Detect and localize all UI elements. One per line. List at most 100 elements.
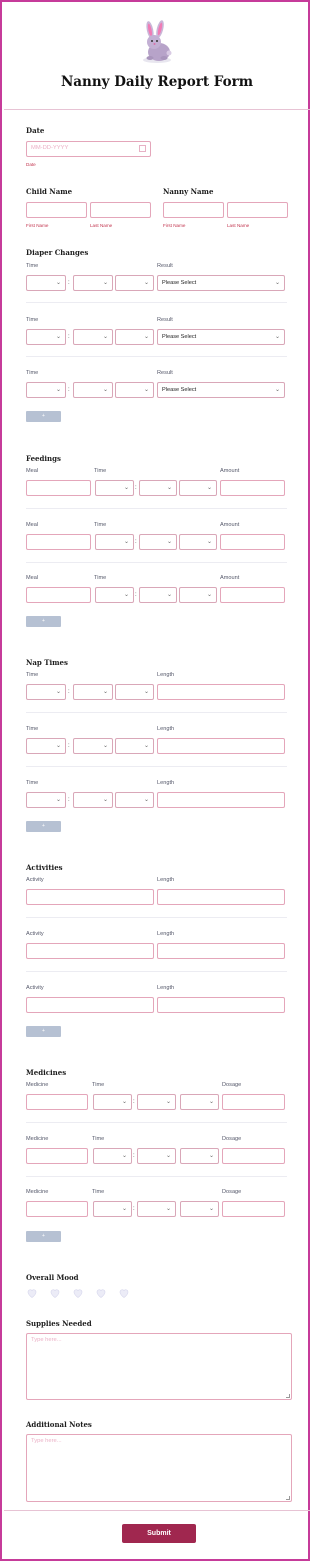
date-input[interactable]: MM-DD-YYYY [26, 141, 151, 157]
heart-rating-2-icon[interactable] [49, 1287, 61, 1299]
feeding-time-label: Time [94, 522, 107, 528]
chevron-down-icon: ⌄ [143, 280, 149, 286]
nap-hour-select[interactable]: ⌄ [26, 684, 66, 700]
feeding-add-row-button[interactable]: + [26, 616, 61, 627]
time-colon: : [135, 539, 137, 545]
feeding-meal-input[interactable] [26, 480, 91, 496]
medicine-ampm-select[interactable]: ⌄ [180, 1148, 219, 1164]
nap-hour-select[interactable]: ⌄ [26, 738, 66, 754]
nap-length-input[interactable] [157, 738, 285, 754]
heart-rating-5-icon[interactable] [118, 1287, 130, 1299]
resize-handle-icon[interactable] [286, 1394, 290, 1398]
activity-length-input[interactable] [157, 997, 285, 1013]
activity-length-input[interactable] [157, 943, 285, 959]
nap-length-input[interactable] [157, 792, 285, 808]
activity-length-input[interactable] [157, 889, 285, 905]
medicine-input[interactable] [26, 1148, 88, 1164]
medicine-hour-select[interactable]: ⌄ [93, 1201, 132, 1217]
heart-rating-4-icon[interactable] [95, 1287, 107, 1299]
chevron-down-icon: ⌄ [143, 387, 149, 393]
medicine-time-label: Time [92, 1136, 105, 1142]
chevron-down-icon: ⌄ [208, 1099, 214, 1105]
medicine-input[interactable] [26, 1094, 88, 1110]
feeding-ampm-select[interactable]: ⌄ [179, 587, 217, 603]
activity-input[interactable] [26, 943, 154, 959]
feeding-minute-select[interactable]: ⌄ [139, 480, 177, 496]
heart-rating-3-icon[interactable] [72, 1287, 84, 1299]
diaper-result-select[interactable]: Please Select ⌄ [157, 329, 285, 345]
diaper-minute-select[interactable]: ⌄ [73, 382, 113, 398]
nanny-first-name-input[interactable] [163, 202, 224, 218]
diaper-result-select[interactable]: Please Select ⌄ [157, 275, 285, 291]
supplies-needed-textarea[interactable]: Type here... [26, 1333, 292, 1400]
diaper-minute-select[interactable]: ⌄ [73, 329, 113, 345]
chevron-down-icon: ⌄ [208, 1153, 214, 1159]
nap-ampm-select[interactable]: ⌄ [115, 792, 154, 808]
feeding-amount-label: Amount [220, 522, 240, 528]
feeding-meal-label: Meal [26, 468, 39, 474]
submit-button[interactable]: Submit [122, 1524, 196, 1543]
diaper-ampm-select[interactable]: ⌄ [115, 275, 154, 291]
time-colon: : [68, 797, 70, 803]
chevron-down-icon: ⌄ [121, 1206, 127, 1212]
time-colon: : [133, 1206, 135, 1212]
nap-ampm-select[interactable]: ⌄ [115, 684, 154, 700]
nap-minute-select[interactable]: ⌄ [73, 684, 113, 700]
diaper-ampm-select[interactable]: ⌄ [115, 329, 154, 345]
diaper-hour-select[interactable]: ⌄ [26, 275, 66, 291]
feeding-meal-input[interactable] [26, 534, 91, 550]
child-last-name-input[interactable] [90, 202, 151, 218]
medicine-ampm-select[interactable]: ⌄ [180, 1201, 219, 1217]
diaper-hour-select[interactable]: ⌄ [26, 329, 66, 345]
activity-input[interactable] [26, 997, 154, 1013]
nap-length-input[interactable] [157, 684, 285, 700]
medicine-minute-select[interactable]: ⌄ [137, 1094, 176, 1110]
feeding-hour-select[interactable]: ⌄ [95, 587, 134, 603]
medicine-minute-select[interactable]: ⌄ [137, 1201, 176, 1217]
resize-handle-icon[interactable] [286, 1496, 290, 1500]
nap-minute-select[interactable]: ⌄ [73, 738, 113, 754]
nanny-last-name-sublabel: Last Name [227, 223, 250, 228]
feeding-minute-select[interactable]: ⌄ [139, 587, 177, 603]
medicine-input[interactable] [26, 1201, 88, 1217]
medicine-dosage-input[interactable] [222, 1094, 285, 1110]
feeding-meal-label: Meal [26, 575, 39, 581]
diaper-add-row-button[interactable]: + [26, 411, 61, 422]
diaper-hour-select[interactable]: ⌄ [26, 382, 66, 398]
feeding-hour-select[interactable]: ⌄ [95, 534, 134, 550]
feeding-amount-input[interactable] [220, 534, 285, 550]
feeding-hour-select[interactable]: ⌄ [95, 480, 134, 496]
diaper-result-select[interactable]: Please Select ⌄ [157, 382, 285, 398]
chevron-down-icon: ⌄ [166, 485, 172, 491]
nanny-last-name-input[interactable] [227, 202, 288, 218]
medicine-ampm-select[interactable]: ⌄ [180, 1094, 219, 1110]
feeding-amount-input[interactable] [220, 480, 285, 496]
calendar-icon[interactable] [139, 145, 146, 152]
feeding-ampm-select[interactable]: ⌄ [179, 534, 217, 550]
medicine-minute-select[interactable]: ⌄ [137, 1148, 176, 1164]
nap-minute-select[interactable]: ⌄ [73, 792, 113, 808]
activity-input[interactable] [26, 889, 154, 905]
medicine-add-row-button[interactable]: + [26, 1231, 61, 1242]
activity-add-row-button[interactable]: + [26, 1026, 61, 1037]
medicine-hour-select[interactable]: ⌄ [93, 1094, 132, 1110]
heart-rating-1-icon[interactable] [26, 1287, 38, 1299]
row-divider [26, 971, 287, 972]
nap-hour-select[interactable]: ⌄ [26, 792, 66, 808]
nap-time-label: Time [26, 780, 39, 786]
feeding-ampm-select[interactable]: ⌄ [179, 480, 217, 496]
nap-add-row-button[interactable]: + [26, 821, 61, 832]
medicine-label: Medicine [26, 1136, 49, 1142]
medicine-hour-select[interactable]: ⌄ [93, 1148, 132, 1164]
feeding-meal-input[interactable] [26, 587, 91, 603]
additional-notes-textarea[interactable]: Type here... [26, 1434, 292, 1502]
diaper-minute-select[interactable]: ⌄ [73, 275, 113, 291]
chevron-down-icon: ⌄ [165, 1206, 171, 1212]
feeding-minute-select[interactable]: ⌄ [139, 534, 177, 550]
child-first-name-input[interactable] [26, 202, 87, 218]
medicine-dosage-input[interactable] [222, 1201, 285, 1217]
medicine-dosage-input[interactable] [222, 1148, 285, 1164]
nap-ampm-select[interactable]: ⌄ [115, 738, 154, 754]
feeding-amount-input[interactable] [220, 587, 285, 603]
diaper-ampm-select[interactable]: ⌄ [115, 382, 154, 398]
